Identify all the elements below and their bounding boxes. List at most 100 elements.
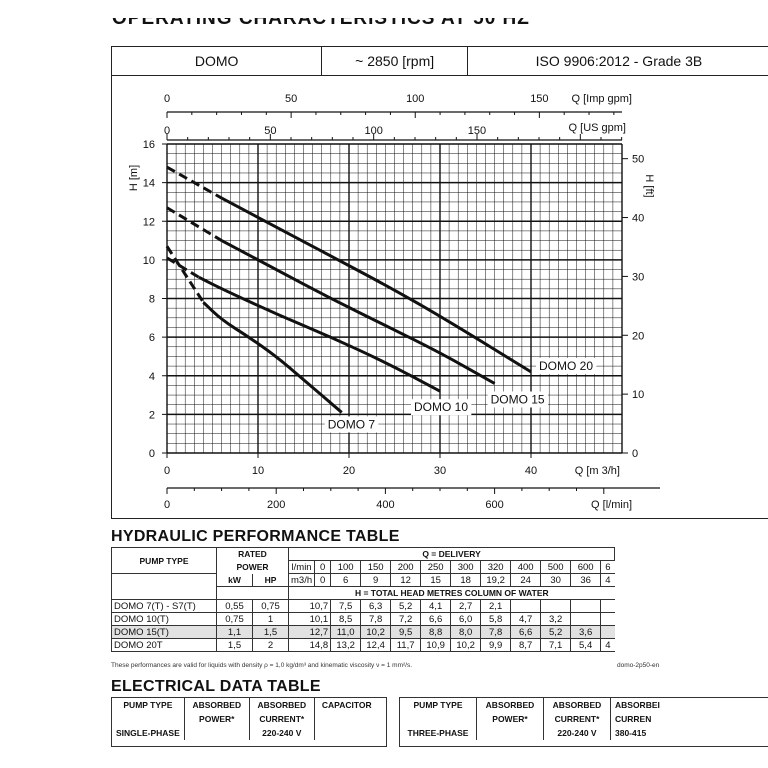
row-val: 6,6 (420, 612, 452, 626)
row-val (570, 599, 602, 613)
series-label: DOMO 20 (539, 359, 593, 373)
imp-axis-label: Q [Imp gpm] (571, 93, 632, 105)
imp-tick-label: 50 (285, 93, 297, 105)
elec-right-c3b: CURRENT* (543, 712, 611, 726)
m3h-cell: 36 (570, 573, 602, 587)
lmin-tick-label: 400 (376, 499, 394, 511)
elec-left-c3b: CURRENT* (248, 712, 315, 726)
y-tick-label: 12 (143, 216, 155, 228)
m3h-cell: 4 (600, 573, 615, 587)
us-axis-label: Q [US gpm] (569, 122, 626, 134)
table-row: DOMO 15(T) 1,1 1,5 12,7 11,0 10,2 9,5 8,… (111, 625, 615, 639)
row-hp: 1,5 (252, 625, 289, 639)
elec-right-blank (476, 726, 544, 740)
imp-tick-label: 150 (530, 93, 548, 105)
table-row: DOMO 20T 1,5 2 14,8 13,2 12,4 11,7 10,9 … (111, 638, 615, 652)
delivery-header: Q = DELIVERY (287, 547, 616, 561)
elec-right-c1: PUMP TYPE (400, 698, 477, 712)
row-val: 3,6 (570, 625, 602, 639)
row-val: 9,9 (480, 638, 512, 652)
row-val (600, 599, 615, 613)
series-line (202, 301, 343, 414)
lmin-cell: 320 (480, 560, 512, 574)
row-val: 9,5 (390, 625, 422, 639)
lmin-cell: 300 (450, 560, 482, 574)
row-hp: 0,75 (252, 599, 289, 613)
lmin-tick-label: 0 (164, 499, 170, 511)
performance-table: PUMP TYPE RATED Q = DELIVERY POWER l/min… (111, 547, 616, 652)
m3h-cell: 9 (360, 573, 392, 587)
right-tick-label: 20 (632, 330, 644, 342)
row-val: 10,2 (450, 638, 482, 652)
row-val (600, 625, 615, 639)
row-val: 8,5 (330, 612, 362, 626)
elec-right-c1c: THREE-PHASE (400, 726, 477, 740)
y-tick-label: 4 (149, 371, 155, 383)
elec-table-title: ELECTRICAL DATA TABLE (111, 678, 321, 695)
pump-type-spacer (111, 586, 217, 600)
y-tick-label: 10 (143, 255, 155, 267)
x-axis-label: Q [m 3/h] (575, 465, 620, 477)
perf-table-title: HYDRAULIC PERFORMANCE TABLE (111, 528, 400, 545)
elec-left-blank (183, 726, 250, 740)
row-val: 8,7 (510, 638, 542, 652)
right-axis-label: H [ft] (643, 174, 655, 197)
row-val (510, 599, 542, 613)
row-val: 4 (600, 638, 615, 652)
elec-left-c3a: ABSORBED (248, 698, 315, 712)
rated-header: RATED (216, 547, 289, 561)
row-val: 6,6 (510, 625, 542, 639)
m3h-cell: 0 (314, 573, 332, 587)
elec-right-c4c: 380-415 (610, 726, 677, 740)
us-tick-label: 50 (264, 125, 276, 137)
row-val: 6,0 (450, 612, 482, 626)
row-val: 10,9 (420, 638, 452, 652)
elec-right-c2b: POWER* (476, 712, 544, 726)
m3h-cell: 30 (540, 573, 572, 587)
rated-spacer (216, 586, 289, 600)
elec-left-c2b: POWER* (183, 712, 250, 726)
lmin-tick-label: 200 (267, 499, 285, 511)
row-val (600, 612, 615, 626)
head-header: H = TOTAL HEAD METRES COLUMN OF WATER (287, 586, 615, 600)
x-tick-label: 0 (164, 465, 170, 477)
elec-right-blank (400, 712, 477, 726)
row-kw: 0,55 (216, 599, 253, 613)
row-val: 4,7 (510, 612, 542, 626)
row-val: 5,4 (570, 638, 602, 652)
row-val: 5,8 (480, 612, 512, 626)
elec-right-c4b: CURREN (610, 712, 677, 726)
row-name: DOMO 15(T) (111, 625, 217, 639)
imp-tick-label: 0 (164, 93, 170, 105)
elec-right-c2a: ABSORBED (476, 698, 544, 712)
lmin-tick-label: 600 (485, 499, 503, 511)
elec-left-c1c: SINGLE-PHASE (112, 726, 185, 740)
right-tick-label: 0 (632, 448, 638, 460)
lmin-cell: 400 (510, 560, 542, 574)
right-tick-label: 10 (632, 389, 644, 401)
elec-right-c3c: 220-240 V (543, 726, 611, 740)
pump-type-spacer (111, 573, 217, 587)
lmin-cell: 150 (360, 560, 392, 574)
row-val: 7,8 (480, 625, 512, 639)
right-tick-label: 40 (632, 213, 644, 225)
m3h-cell: 18 (450, 573, 482, 587)
row-val: 10,2 (360, 625, 392, 639)
row-name: DOMO 20T (111, 638, 217, 652)
row-val: 12,4 (360, 638, 392, 652)
row-hp: 1 (252, 612, 289, 626)
y-tick-label: 2 (149, 409, 155, 421)
row-name: DOMO 7(T) - S7(T) (111, 599, 217, 613)
elec-left-c4: CAPACITOR (313, 698, 379, 712)
lmin-cell: 0 (314, 560, 332, 574)
elec-left-blank (112, 712, 185, 726)
elec-left-blank (313, 726, 379, 740)
elec-right-c3a: ABSORBED (543, 698, 611, 712)
right-tick-label: 50 (632, 154, 644, 166)
elec-left-c3c: 220-240 V (248, 726, 315, 740)
row-hp: 2 (252, 638, 289, 652)
row-val: 11,0 (330, 625, 362, 639)
pump-type-header: PUMP TYPE (111, 547, 217, 574)
series-label: DOMO 7 (328, 417, 376, 431)
row-val: 10,7 (287, 599, 332, 613)
